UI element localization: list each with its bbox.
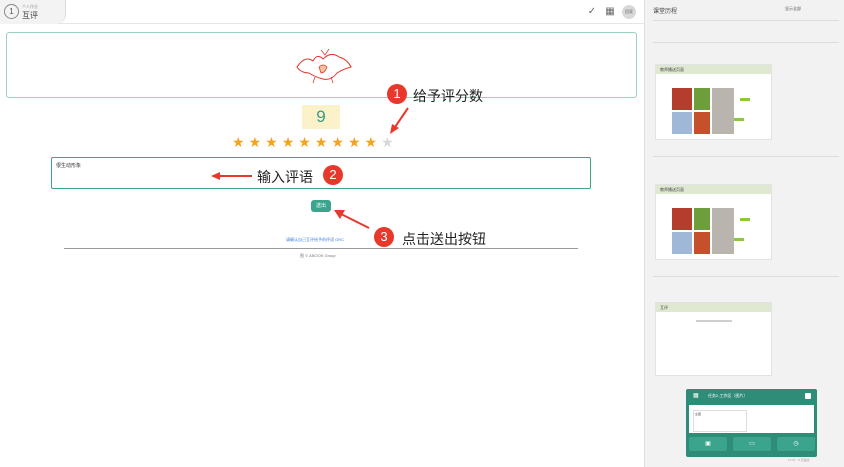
star-icon[interactable]: ★ bbox=[365, 133, 378, 151]
panel-title: 课堂历程 bbox=[653, 9, 678, 15]
qr-scan-icon[interactable]: ▦ bbox=[604, 6, 616, 18]
divider bbox=[653, 156, 839, 157]
star-icon[interactable]: ★ bbox=[282, 133, 295, 151]
annotation-text-2: 输入评语 bbox=[257, 169, 313, 185]
send-button[interactable]: 送出 bbox=[311, 200, 331, 212]
comment-text: 很生动形象 bbox=[56, 163, 82, 169]
divider bbox=[653, 42, 839, 43]
student-drawing bbox=[296, 48, 352, 84]
divider bbox=[653, 276, 839, 277]
task-widget[interactable]: ▦ 任务2-工作区（图片） 全图 ▣ ▭ ◷ bbox=[686, 389, 817, 457]
star-icon[interactable]: ★ bbox=[249, 133, 262, 151]
star-icon[interactable]: ★ bbox=[331, 133, 344, 151]
widget-buttons: ▣ ▭ ◷ bbox=[689, 437, 815, 451]
tab-number-badge: 1 bbox=[4, 4, 19, 19]
top-bar: 1 个人作业 互评 ✓ ▦ 回家 bbox=[0, 0, 644, 24]
avatar[interactable]: 回家 bbox=[622, 5, 636, 19]
history-card[interactable]: 互评 bbox=[655, 302, 772, 376]
annotation-text-1: 给予评分数 bbox=[413, 88, 483, 104]
annotation-badge-2: 2 bbox=[323, 165, 343, 185]
card-title: 教师播送页面 bbox=[656, 65, 771, 74]
video-icon[interactable]: ▭ bbox=[733, 437, 771, 451]
star-icon[interactable]: ★ bbox=[265, 133, 278, 151]
activity-tab[interactable]: 1 个人作业 互评 bbox=[0, 0, 66, 24]
gallery-icon[interactable]: ▣ bbox=[689, 437, 727, 451]
footer-divider bbox=[64, 248, 578, 249]
history-card[interactable]: 教师播送页面 bbox=[655, 64, 772, 140]
annotation-text-3: 点击送出按钮 bbox=[402, 231, 486, 247]
annotation-arrow-3 bbox=[334, 210, 370, 229]
annotation-arrow-2 bbox=[211, 172, 252, 180]
star-rating[interactable]: ★ ★ ★ ★ ★ ★ ★ ★ ★ ★ bbox=[232, 133, 394, 151]
star-icon[interactable]: ★ bbox=[298, 133, 311, 151]
grid-icon[interactable]: ▦ bbox=[693, 393, 699, 399]
card-title: 互评 bbox=[656, 303, 771, 312]
annotation-badge-3: 3 bbox=[374, 227, 394, 247]
checkmark-icon[interactable]: ✓ bbox=[586, 6, 598, 18]
footer-copyright: 图 © ABOOK Group bbox=[300, 253, 336, 258]
footer-link[interactable]: 请确认自己互评给予的评语 ORC bbox=[286, 237, 344, 243]
check-icon[interactable] bbox=[805, 393, 811, 399]
star-icon[interactable]: ★ bbox=[315, 133, 328, 151]
annotation-badge-1: 1 bbox=[387, 84, 407, 104]
tab-label: 互评 bbox=[22, 11, 38, 20]
submission-image-frame bbox=[6, 32, 637, 98]
star-icon[interactable]: ★ bbox=[232, 133, 245, 151]
divider bbox=[653, 20, 839, 21]
preview-label: 全图 bbox=[693, 410, 747, 432]
history-card[interactable]: 教师播送页面 bbox=[655, 184, 772, 260]
widget-timestamp: 17:37 · 5 已提交 bbox=[788, 458, 810, 462]
annotation-arrow-1 bbox=[390, 107, 409, 134]
top-icons: ✓ ▦ 回家 bbox=[586, 5, 636, 19]
widget-title: 任务2-工作区（图片） bbox=[708, 393, 748, 398]
app-page: 1 个人作业 互评 ✓ ▦ 回家 9 ★ ★ ★ ★ ★ ★ ★ ★ ★ ★ 1… bbox=[0, 0, 844, 467]
comment-input[interactable]: 很生动形象 bbox=[51, 157, 591, 189]
widget-preview: 全图 bbox=[689, 405, 814, 433]
clock-icon[interactable]: ◷ bbox=[777, 437, 815, 451]
score-value: 9 bbox=[302, 105, 340, 129]
widget-header: ▦ 任务2-工作区（图片） bbox=[686, 389, 817, 403]
card-title: 教师播送页面 bbox=[656, 185, 771, 194]
show-all-button[interactable]: 显示全部 bbox=[785, 6, 801, 12]
star-icon[interactable]: ★ bbox=[348, 133, 361, 151]
